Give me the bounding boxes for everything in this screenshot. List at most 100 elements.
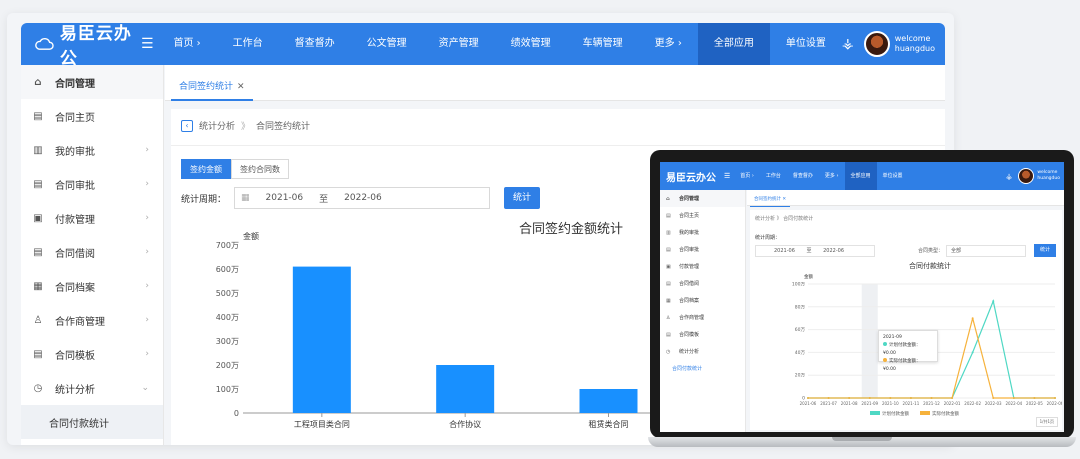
laptop-date-start: 2021-06 xyxy=(774,248,795,254)
laptop-nav-item-0[interactable]: 首页 › xyxy=(734,162,760,190)
laptop-type-select[interactable]: 全部 xyxy=(946,245,1026,257)
segment-count[interactable]: 签约合同数 xyxy=(231,159,289,179)
laptop-org-chart-icon[interactable]: ⚶ xyxy=(1006,172,1013,181)
user-name: huangduo xyxy=(894,44,935,53)
laptop-pager[interactable]: 1/共1页 xyxy=(1035,417,1058,427)
nav-item-6[interactable]: 车辆管理 xyxy=(567,23,639,65)
app-logo[interactable]: 易臣云办公 xyxy=(35,19,137,69)
tooltip-dot xyxy=(883,342,887,346)
series-point-1 xyxy=(889,397,892,399)
series-point-1 xyxy=(1054,397,1056,399)
nav-item-4[interactable]: 资产管理 xyxy=(423,23,495,65)
laptop-user: huangduo xyxy=(1037,176,1060,181)
laptop-panel: 统计分析 》 合同付款统计 统计周期： 2021-06 至 2022-06 合同… xyxy=(750,210,1062,430)
laptop-sidebar-item-7[interactable]: ▤ 合同模板 xyxy=(660,326,745,343)
nav-item-1[interactable]: 工作台 xyxy=(217,23,279,65)
laptop-tab[interactable]: 合同签约统计 ✕ xyxy=(750,193,791,207)
laptop-sidebar-icon: ♙ xyxy=(666,314,671,321)
laptop-avatar[interactable] xyxy=(1018,168,1035,184)
x-tick-label: 租赁类合同 xyxy=(589,419,629,429)
nav-item-5[interactable]: 绩效管理 xyxy=(495,23,567,65)
laptop-x-tick: 2022-01 xyxy=(944,401,961,406)
laptop-sidebar-item-1[interactable]: ▥ 我的审批 xyxy=(660,224,745,241)
sidebar-item-1[interactable]: ▥ 我的审批 › xyxy=(21,133,163,167)
avatar[interactable] xyxy=(863,31,890,57)
menu-toggle-icon[interactable]: ☰ xyxy=(137,36,157,52)
nav-menu: 首页 › 工作台 督查督办 公文管理 资产管理 绩效管理 车辆管理 更多 › 全部应用 单位设置 xyxy=(157,23,841,65)
laptop-sidebar-item-6[interactable]: ♙ 合作商管理 xyxy=(660,309,745,326)
laptop-sidebar-icon: ▣ xyxy=(666,263,671,270)
tooltip-row2: 实际付款金额：¥0.00 xyxy=(883,359,921,372)
nav-item-8[interactable]: 全部应用 xyxy=(697,23,770,65)
sidebar-item-6[interactable]: ♙ 合作商管理 › xyxy=(21,303,163,337)
laptop-sidebar-item-2[interactable]: ▤ 合同审批 xyxy=(660,241,745,258)
sidebar-item-0[interactable]: ▤ 合同主页 xyxy=(21,99,163,133)
sidebar-item-8[interactable]: ◷ 统计分析 ⌄ xyxy=(21,371,163,405)
laptop-nav-item-5[interactable]: 单位设置 xyxy=(877,162,909,190)
laptop-x-tick: 2021-11 xyxy=(903,401,920,406)
laptop-nav-item-1[interactable]: 工作台 xyxy=(760,162,787,190)
laptop-sidebar-item-payment-stats[interactable]: 合同付款统计 xyxy=(660,360,745,377)
chart-tooltip: 2021-09 计划付款金额：¥0.00 实际付款金额：¥0.00 xyxy=(878,330,938,372)
y-tick-label: 200万 xyxy=(216,361,239,370)
series-point-1 xyxy=(1012,397,1015,399)
tab-contract-sign-stats[interactable]: 合同签约统计 ✕ xyxy=(171,73,253,101)
sidebar-item-label: 合同审批 xyxy=(55,180,95,192)
back-icon[interactable]: ‹ xyxy=(181,119,193,132)
chevron-icon: ⌄ xyxy=(141,383,149,393)
sidebar-item-label: 统计分析 xyxy=(55,384,95,396)
date-end: 2022-06 xyxy=(344,193,382,203)
laptop-home-icon: ⌂ xyxy=(666,195,670,202)
stat-button[interactable]: 统计 xyxy=(504,187,541,209)
laptop-y-tick: 80万 xyxy=(795,304,806,310)
chart-title: 合同签约金额统计 xyxy=(519,221,623,237)
nav-item-3[interactable]: 公文管理 xyxy=(351,23,423,65)
nav-item-0[interactable]: 首页 › xyxy=(157,23,216,65)
series-point-0 xyxy=(971,351,974,354)
tooltip-date: 2021-09 xyxy=(883,335,902,340)
laptop-sidebar: ⌂ 合同管理 ▤ 合同主页 ▥ 我的审批 ▤ 合同审批 ▣ 付款管理 ▤ 合同借阅 ▦ 合同档案 ♙ 合作… xyxy=(660,190,746,432)
laptop-stat-button[interactable]: 统计 xyxy=(1034,244,1056,257)
sidebar-item-4[interactable]: ▤ 合同借阅 › xyxy=(21,235,163,269)
laptop-sidebar-head[interactable]: ⌂ 合同管理 xyxy=(660,190,745,207)
breadcrumb-sep: 》 xyxy=(241,122,251,132)
hover-band xyxy=(861,284,878,398)
org-chart-icon[interactable]: ⚶ xyxy=(842,36,854,52)
laptop-menu-toggle-icon[interactable]: ☰ xyxy=(724,172,730,180)
laptop-sidebar-item-3[interactable]: ▣ 付款管理 xyxy=(660,258,745,275)
laptop-sidebar-item-4[interactable]: ▤ 合同借阅 xyxy=(660,275,745,292)
close-icon[interactable]: ✕ xyxy=(237,82,245,92)
breadcrumb-parent[interactable]: 统计分析 xyxy=(199,119,235,132)
sidebar-item-payment-stats[interactable]: 合同付款统计 xyxy=(21,405,163,439)
laptop-date-end: 2022-06 xyxy=(823,248,845,254)
date-range-input[interactable]: ▦ 2021-06 至 2022-06 xyxy=(234,187,491,209)
nav-item-9[interactable]: 单位设置 xyxy=(770,23,842,65)
laptop-mockup: 易臣云办公 ☰ 首页 › 工作台 督查督办 更多 › 全部应用 单位设置 ⚶ welcom… xyxy=(648,150,1076,450)
sidebar-item-icon: ◷ xyxy=(33,382,43,394)
sidebar-item-3[interactable]: ▣ 付款管理 › xyxy=(21,201,163,235)
laptop-nav-item-4[interactable]: 全部应用 xyxy=(844,162,877,190)
laptop-content: 合同签约统计 ✕ 统计分析 》 合同付款统计 统计周期： 2021-06 至 2… xyxy=(747,190,1064,432)
laptop-sidebar-item-0[interactable]: ▤ 合同主页 xyxy=(660,207,745,224)
laptop-nav-item-3[interactable]: 更多 › xyxy=(819,162,845,190)
nav-item-7[interactable]: 更多 › xyxy=(639,23,698,65)
segment-amount[interactable]: 签约金额 xyxy=(181,159,231,179)
bar-0 xyxy=(292,266,351,413)
nav-item-2[interactable]: 督查督办 xyxy=(279,23,351,65)
laptop-sidebar-item-8[interactable]: ◷ 统计分析 xyxy=(660,343,745,360)
y-tick-label: 300万 xyxy=(216,337,239,346)
laptop-date-range-input[interactable]: 2021-06 至 2022-06 xyxy=(755,245,875,257)
series-point-1 xyxy=(807,397,809,399)
laptop-sidebar-icon: ▤ xyxy=(666,280,671,287)
laptop-nav-item-2[interactable]: 督查督办 xyxy=(787,162,819,190)
laptop-nav-menu: 首页 › 工作台 督查督办 更多 › 全部应用 单位设置 xyxy=(734,162,908,190)
sidebar-item-7[interactable]: ▤ 合同模板 › xyxy=(21,337,163,371)
laptop-sidebar-item-5[interactable]: ▦ 合同档案 xyxy=(660,292,745,309)
sidebar-item-5[interactable]: ▦ 合同档案 › xyxy=(21,269,163,303)
laptop-sidebar-label: 合同借阅 xyxy=(679,281,700,287)
sidebar-item-icon: ▤ xyxy=(33,110,43,122)
laptop-x-tick: 2022-04 xyxy=(1005,401,1022,406)
sidebar-head-contract[interactable]: ⌂ 合同管理 xyxy=(21,65,163,99)
sidebar-item-2[interactable]: ▤ 合同审批 › xyxy=(21,167,163,201)
laptop-sidebar-icon: ▤ xyxy=(666,331,671,338)
